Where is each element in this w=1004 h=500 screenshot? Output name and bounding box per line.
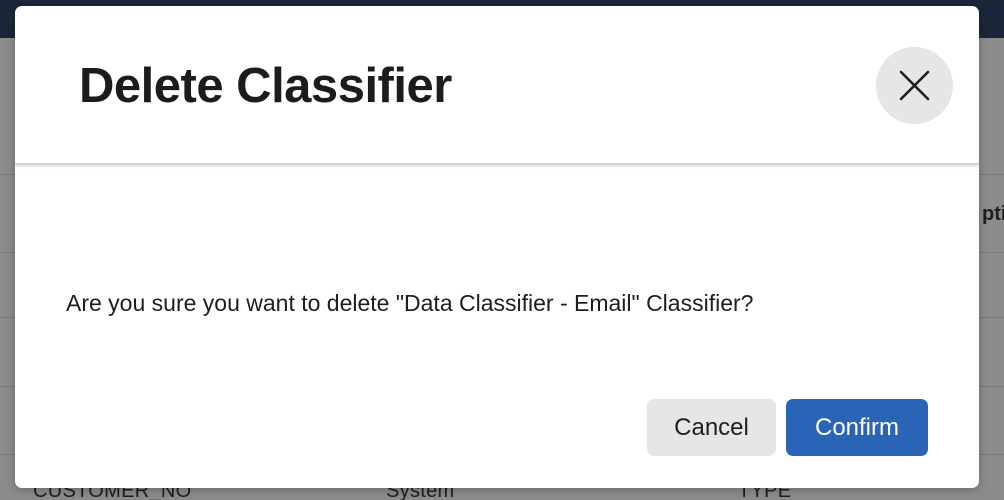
delete-classifier-dialog: Delete Classifier Are you sure you want … [15, 6, 979, 488]
close-icon [899, 70, 930, 101]
table-header-fragment: pti [982, 203, 1004, 225]
dialog-title: Delete Classifier [79, 59, 452, 113]
page: pti CUSTOMER_NO System TYPE Delete Class… [0, 0, 1004, 500]
close-button[interactable] [876, 47, 953, 124]
cancel-button[interactable]: Cancel [647, 399, 776, 456]
confirm-button[interactable]: Confirm [786, 399, 928, 456]
dialog-header: Delete Classifier [15, 6, 979, 164]
dialog-message: Are you sure you want to delete "Data Cl… [66, 290, 754, 316]
